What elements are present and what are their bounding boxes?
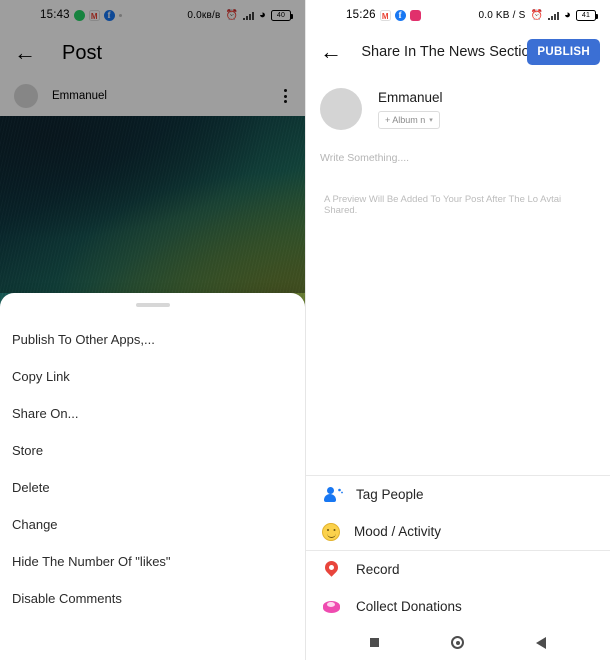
user-name: Emmanuel	[378, 90, 443, 105]
signal-icon	[548, 10, 560, 20]
back-arrow-icon[interactable]: ←	[320, 41, 343, 63]
wifi-icon: ◕	[564, 8, 571, 21]
link-preview-note: A Preview Will Be Added To Your Post Aft…	[324, 194, 562, 216]
page-title: Share In The News Section -	[361, 44, 527, 60]
action-tag-people[interactable]: Tag People	[306, 476, 610, 513]
sheet-item-publish-other-apps[interactable]: Publish To Other Apps,...	[12, 321, 293, 358]
left-screen-content: 15:43 0.0кв/в ⏰ ◕ 40 ← Post	[0, 0, 305, 660]
status-bar: 15:26 0.0 KB / S ⏰ ◕ 41	[306, 0, 610, 30]
gmail-icon	[379, 9, 391, 21]
right-screen-share-composer: 15:26 0.0 KB / S ⏰ ◕ 41 ← Share In The N…	[305, 0, 610, 660]
avatar[interactable]	[320, 88, 362, 130]
sheet-item-delete[interactable]: Delete	[12, 469, 293, 506]
action-group-secondary: Record Collect Donations	[306, 550, 610, 625]
mood-icon	[322, 522, 340, 541]
app-bar: ← Share In The News Section - PUBLISH	[306, 30, 610, 74]
composer-user-details: Emmanuel + Album n ▾	[378, 88, 443, 129]
action-collect-donations-label: Collect Donations	[356, 599, 462, 614]
composer-action-list: Tag People Mood / Activity Record Collec…	[306, 475, 610, 625]
battery-icon: 41	[576, 9, 598, 21]
album-selector-label: + Album n	[385, 115, 426, 125]
status-bar-right: 0.0 KB / S ⏰ ◕ 41	[478, 8, 610, 21]
composer-user-row: Emmanuel + Album n ▾	[306, 74, 610, 130]
compose-text-input[interactable]: Write Something....	[306, 130, 610, 164]
sheet-item-share-on[interactable]: Share On...	[12, 395, 293, 432]
sheet-item-change[interactable]: Change	[12, 506, 293, 543]
instagram-icon	[409, 9, 421, 21]
action-collect-donations[interactable]: Collect Donations	[306, 588, 610, 625]
chevron-down-icon: ▾	[429, 117, 433, 124]
scrim-overlay[interactable]	[0, 0, 305, 293]
recents-icon[interactable]	[370, 638, 379, 647]
facebook-icon	[394, 9, 406, 21]
left-screen-post-view: 15:43 0.0кв/в ⏰ ◕ 40 ← Post	[0, 0, 305, 660]
action-group-primary: Tag People Mood / Activity	[306, 475, 610, 550]
network-speed: 0.0 KB / S	[478, 9, 526, 21]
publish-button[interactable]: PUBLISH	[527, 39, 600, 65]
action-record[interactable]: Record	[306, 551, 610, 588]
action-mood-activity[interactable]: Mood / Activity	[306, 513, 610, 550]
back-icon[interactable]	[536, 636, 546, 649]
donation-icon	[322, 597, 342, 617]
sheet-item-hide-likes[interactable]: Hide The Number Of "likes"	[12, 543, 293, 580]
album-selector[interactable]: + Album n ▾	[378, 111, 440, 129]
location-pin-icon	[322, 560, 342, 580]
action-record-label: Record	[356, 562, 400, 577]
sheet-item-disable-comments[interactable]: Disable Comments	[12, 580, 293, 617]
status-time: 15:26	[346, 9, 376, 21]
action-mood-activity-label: Mood / Activity	[354, 524, 442, 539]
sheet-item-store[interactable]: Store	[12, 432, 293, 469]
android-nav-bar	[306, 625, 610, 660]
action-tag-people-label: Tag People	[356, 487, 424, 502]
sheet-item-copy-link[interactable]: Copy Link	[12, 358, 293, 395]
alarm-icon: ⏰	[530, 9, 544, 21]
bottom-sheet-menu: Publish To Other Apps,... Copy Link Shar…	[0, 293, 305, 660]
status-bar-left: 15:26	[306, 9, 421, 21]
bottom-sheet-list: Publish To Other Apps,... Copy Link Shar…	[0, 307, 305, 617]
dual-screenshot-container: 15:43 0.0кв/в ⏰ ◕ 40 ← Post	[0, 0, 610, 660]
tag-people-icon	[322, 485, 342, 505]
home-icon[interactable]	[451, 636, 464, 649]
